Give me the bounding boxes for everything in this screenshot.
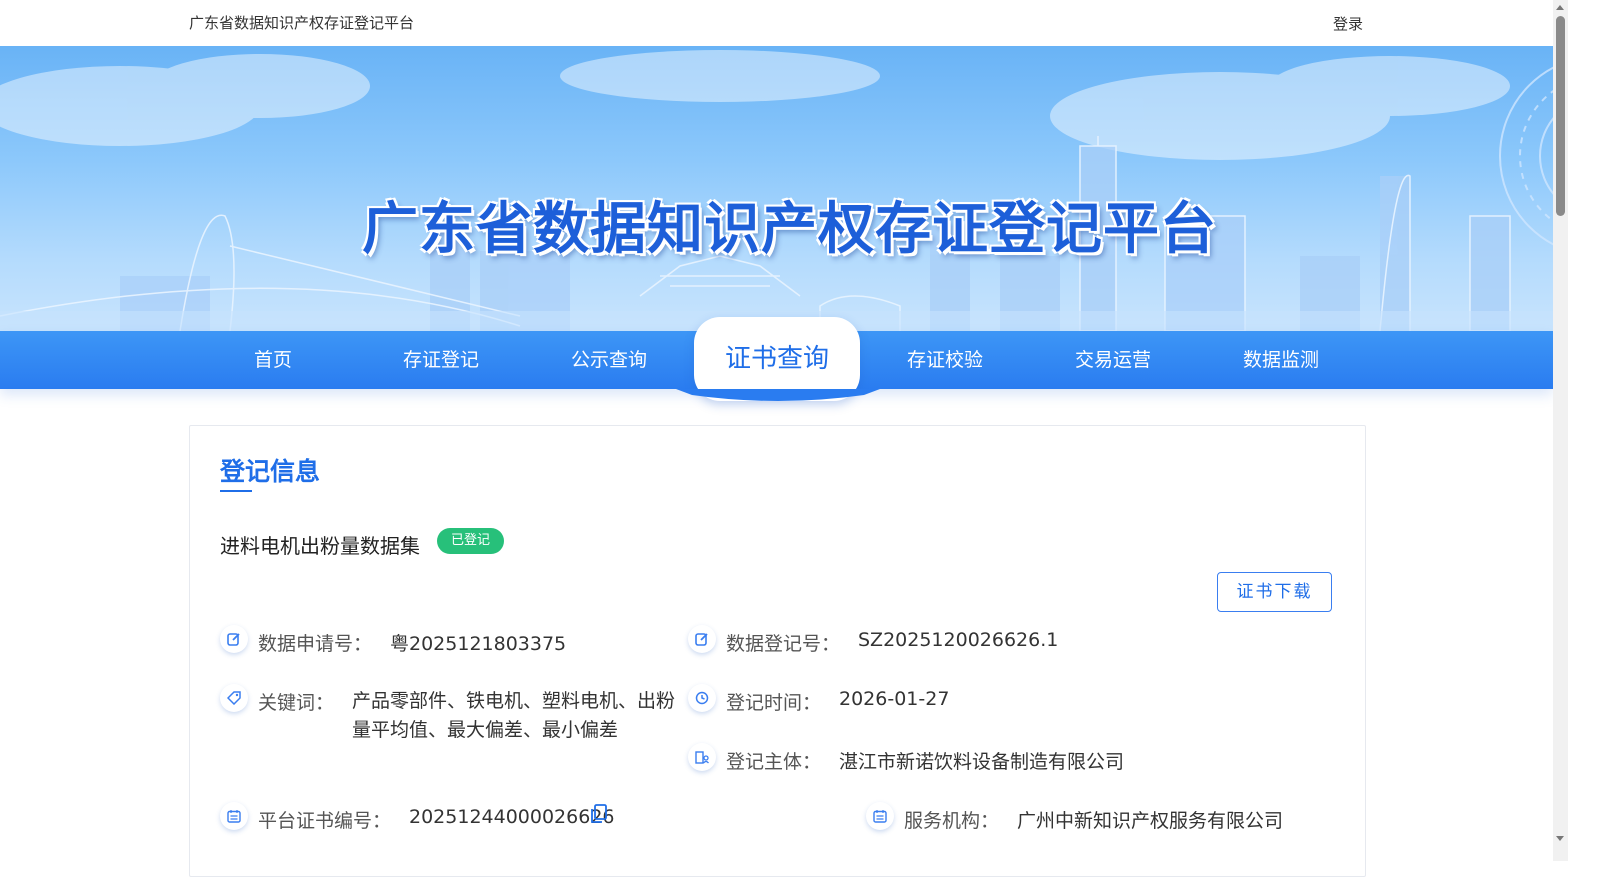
service-agency-label: 服务机构： <box>904 810 1000 832</box>
nav-registration[interactable]: 存证登记 <box>357 331 525 389</box>
edit-icon <box>220 625 248 653</box>
application-no-value: 粤2025121803375 <box>390 633 567 655</box>
status-badge: 已登记 <box>437 528 505 554</box>
banner-title: 广东省数据知识产权存证登记平台 <box>362 197 1217 262</box>
registration-no-label: 数据登记号： <box>726 633 841 655</box>
scroll-down-arrow-icon[interactable] <box>1556 836 1564 841</box>
scroll-up-arrow-icon[interactable] <box>1556 5 1564 10</box>
registration-time-label: 登记时间： <box>726 692 822 714</box>
registration-time-value: 2026-01-27 <box>839 688 950 710</box>
active-tab-pointer <box>676 389 880 401</box>
certificate-no-value: 20251244000026626 <box>409 806 615 828</box>
registrant-label: 登记主体： <box>726 751 822 773</box>
nav-trading[interactable]: 交易运营 <box>1029 331 1197 389</box>
hero-banner: 广东省数据知识产权存证登记平台 <box>0 46 1553 331</box>
nav-home[interactable]: 首页 <box>189 331 357 389</box>
registration-info-card: 登记信息 进料电机出粉量数据集 已登记 证书下载 数据申请号： 粤2025121… <box>189 425 1366 877</box>
top-bar: 广东省数据知识产权存证登记平台 登录 <box>0 0 1553 46</box>
clock-icon <box>688 684 716 712</box>
registration-no-value: SZ2025120026626.1 <box>858 629 1059 651</box>
service-agency-value: 广州中新知识产权服务有限公司 <box>1017 810 1284 832</box>
site-name: 广东省数据知识产权存证登记平台 <box>189 14 415 32</box>
nav-public-query[interactable]: 公示查询 <box>525 331 693 389</box>
building-user-icon <box>688 743 716 771</box>
certificate-no-label: 平台证书编号： <box>258 810 392 832</box>
dataset-name: 进料电机出粉量数据集 <box>220 534 420 558</box>
registrant-value: 湛江市新诺饮料设备制造有限公司 <box>839 751 1125 773</box>
nav-verification[interactable]: 存证校验 <box>861 331 1029 389</box>
main-nav: 首页 存证登记 公示查询 证书查询 存证校验 交易运营 数据监测 <box>0 317 1553 401</box>
nav-data-monitoring[interactable]: 数据监测 <box>1197 331 1365 389</box>
keywords-label: 关键词： <box>258 692 335 714</box>
scrollbar-thumb[interactable] <box>1556 16 1565 216</box>
application-no-label: 数据申请号： <box>258 633 373 655</box>
calendar-icon <box>220 802 248 830</box>
page-scrollbar[interactable] <box>1553 0 1568 861</box>
certificate-download-button[interactable]: 证书下载 <box>1217 572 1332 612</box>
section-title: 登记信息 <box>220 457 321 486</box>
keywords-value: 产品零部件、铁电机、塑料电机、出粉量平均值、最大偏差、最小偏差 <box>352 690 676 741</box>
section-title-underline <box>220 490 252 492</box>
login-link[interactable]: 登录 <box>1333 13 1363 34</box>
tag-icon <box>220 684 248 712</box>
edit-icon <box>688 625 716 653</box>
copy-icon[interactable] <box>591 804 607 829</box>
calendar-icon <box>866 802 894 830</box>
